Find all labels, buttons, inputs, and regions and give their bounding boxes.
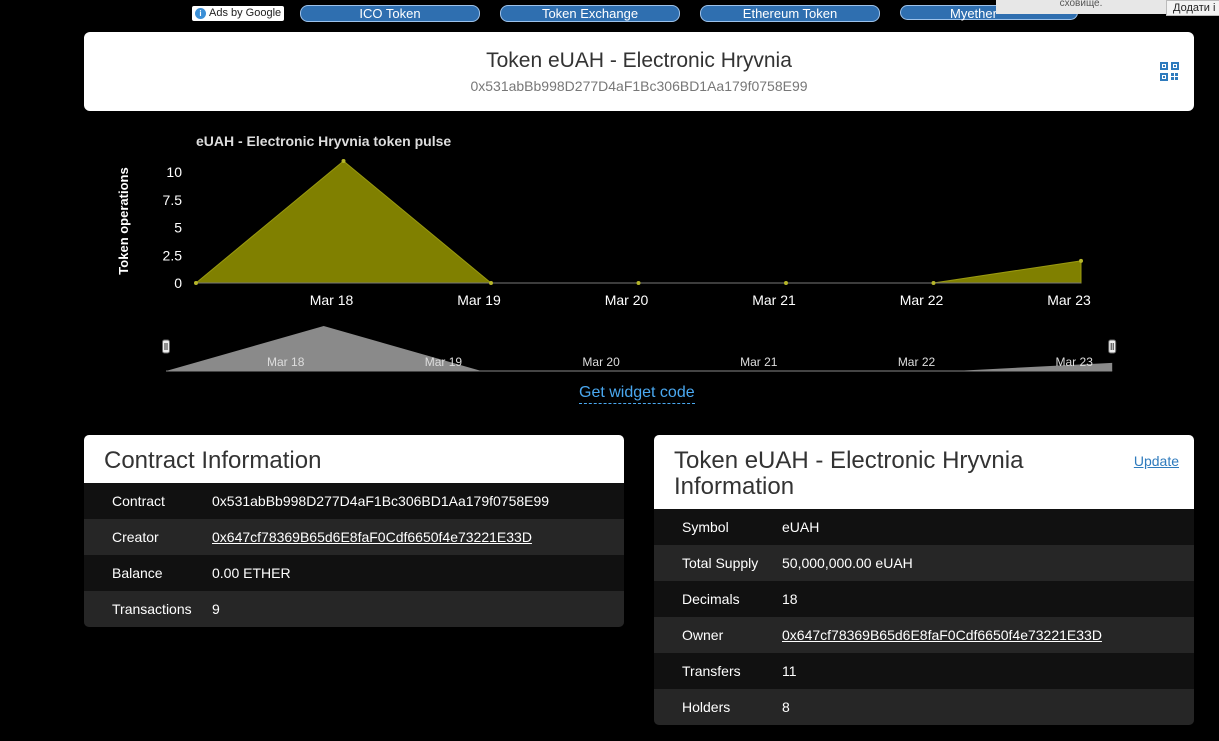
navigator-right-handle[interactable] [1108, 339, 1117, 354]
contract-info-title: Contract Information [104, 447, 322, 474]
data-point [784, 281, 788, 285]
row-key: Contract [84, 483, 212, 519]
table-row: Symbol eUAH [654, 509, 1194, 545]
row-key: Symbol [654, 509, 782, 545]
popup-add-button[interactable]: Додати і [1166, 0, 1219, 16]
row-key: Owner [654, 617, 782, 653]
symbol-value: eUAH [782, 509, 1194, 545]
token-info-header: Token eUAH - Electronic Hryvnia Informat… [654, 435, 1194, 509]
y-tick-label: 0 [174, 275, 182, 291]
row-key: Transfers [654, 653, 782, 689]
contract-info-table: Contract 0x531abBb998D277D4aF1Bc306BD1Aa… [84, 483, 624, 627]
navigator-area [166, 326, 1113, 371]
table-row: Creator 0x647cf78369B65d6E8faF0Cdf6650f4… [84, 519, 624, 555]
ad-link-ethereum-token[interactable]: Ethereum Token [700, 5, 880, 22]
page-title: Token eUAH - Electronic Hryvnia [486, 49, 792, 72]
navigator-tick-label: Mar 18 [267, 355, 305, 369]
x-tick-label: Mar 23 [1047, 292, 1091, 308]
decimals-value: 18 [782, 581, 1194, 617]
series-area [194, 160, 1082, 284]
row-key: Balance [84, 555, 212, 591]
ad-link-ico-token[interactable]: ICO Token [300, 5, 480, 22]
navigator-tick-label: Mar 21 [740, 355, 778, 369]
navigator-tick-label: Mar 19 [425, 355, 463, 369]
ads-by-google[interactable]: i Ads by Google [192, 6, 285, 21]
creator-address-link[interactable]: 0x647cf78369B65d6E8faF0Cdf6650f4e73221E3… [212, 529, 532, 545]
contract-info-panel: Contract Information Contract 0x531abBb9… [84, 435, 624, 627]
table-row: Transactions 9 [84, 591, 624, 627]
ads-label: Ads by Google [209, 7, 282, 19]
x-tick-label: Mar 19 [457, 292, 501, 308]
data-point [931, 281, 936, 285]
table-row: Decimals 18 [654, 581, 1194, 617]
token-address: 0x531abBb998D277D4aF1Bc306BD1Aa179f0758E… [470, 78, 808, 94]
y-tick-label: 10 [166, 164, 182, 180]
data-point [636, 281, 641, 285]
navigator-tick-label: Mar 22 [898, 355, 936, 369]
table-row: Holders 8 [654, 689, 1194, 725]
row-key: Decimals [654, 581, 782, 617]
x-tick-label: Mar 18 [310, 292, 354, 308]
navigator-left-handle[interactable] [162, 339, 170, 354]
ad-link-token-exchange[interactable]: Token Exchange [500, 5, 680, 22]
token-info-table: Symbol eUAH Total Supply 50,000,000.00 e… [654, 509, 1194, 725]
x-tick-label: Mar 20 [605, 292, 649, 308]
update-link[interactable]: Update [1134, 453, 1179, 469]
table-row: Total Supply 50,000,000.00 eUAH [654, 545, 1194, 581]
navigator-tick-label: Mar 23 [1056, 355, 1094, 369]
y-axis-label: Token operations [116, 167, 131, 274]
data-point [1079, 258, 1083, 263]
table-row: Owner 0x647cf78369B65d6E8faF0Cdf6650f4e7… [654, 617, 1194, 653]
row-key: Holders [654, 689, 782, 725]
token-header-card: Token eUAH - Electronic Hryvnia 0x531abB… [84, 32, 1194, 111]
info-icon: i [195, 8, 206, 19]
row-key: Creator [84, 519, 212, 555]
contract-info-header: Contract Information [84, 435, 624, 483]
table-row: Balance 0.00 ETHER [84, 555, 624, 591]
get-widget-code-link[interactable]: Get widget code [579, 383, 695, 404]
transfers-value: 11 [782, 653, 1194, 689]
row-key: Transactions [84, 591, 212, 627]
ad-bar: i Ads by Google ICO Token Token Exchange… [0, 0, 1219, 26]
y-tick-label: 7.5 [163, 192, 183, 208]
x-tick-label: Mar 22 [900, 292, 944, 308]
table-row: Contract 0x531abBb998D277D4aF1Bc306BD1Aa… [84, 483, 624, 519]
y-tick-label: 2.5 [163, 247, 183, 263]
balance-value: 0.00 ETHER [212, 555, 624, 591]
system-popup: сховище. [996, 0, 1166, 14]
contract-address-value: 0x531abBb998D277D4aF1Bc306BD1Aa179f0758E… [212, 483, 624, 519]
table-row: Transfers 11 [654, 653, 1194, 689]
transactions-value: 9 [212, 591, 624, 627]
token-info-panel: Token eUAH - Electronic Hryvnia Informat… [654, 435, 1194, 725]
x-tick-label: Mar 21 [752, 292, 796, 308]
holders-value: 8 [782, 689, 1194, 725]
token-info-title: Token eUAH - Electronic Hryvnia Informat… [674, 447, 1024, 500]
token-pulse-chart: eUAH - Electronic Hryvnia token pulse To… [116, 133, 1117, 372]
navigator-tick-label: Mar 20 [582, 355, 620, 369]
row-key: Total Supply [654, 545, 782, 581]
y-tick-label: 5 [174, 220, 182, 236]
data-point [194, 281, 198, 285]
data-point [489, 281, 493, 285]
data-point [341, 159, 346, 163]
owner-address-link[interactable]: 0x647cf78369B65d6E8faF0Cdf6650f4e73221E3… [782, 627, 1102, 643]
chart-title: eUAH - Electronic Hryvnia token pulse [196, 133, 451, 149]
qr-code-icon[interactable] [1160, 62, 1179, 81]
total-supply-value: 50,000,000.00 eUAH [782, 545, 1194, 581]
